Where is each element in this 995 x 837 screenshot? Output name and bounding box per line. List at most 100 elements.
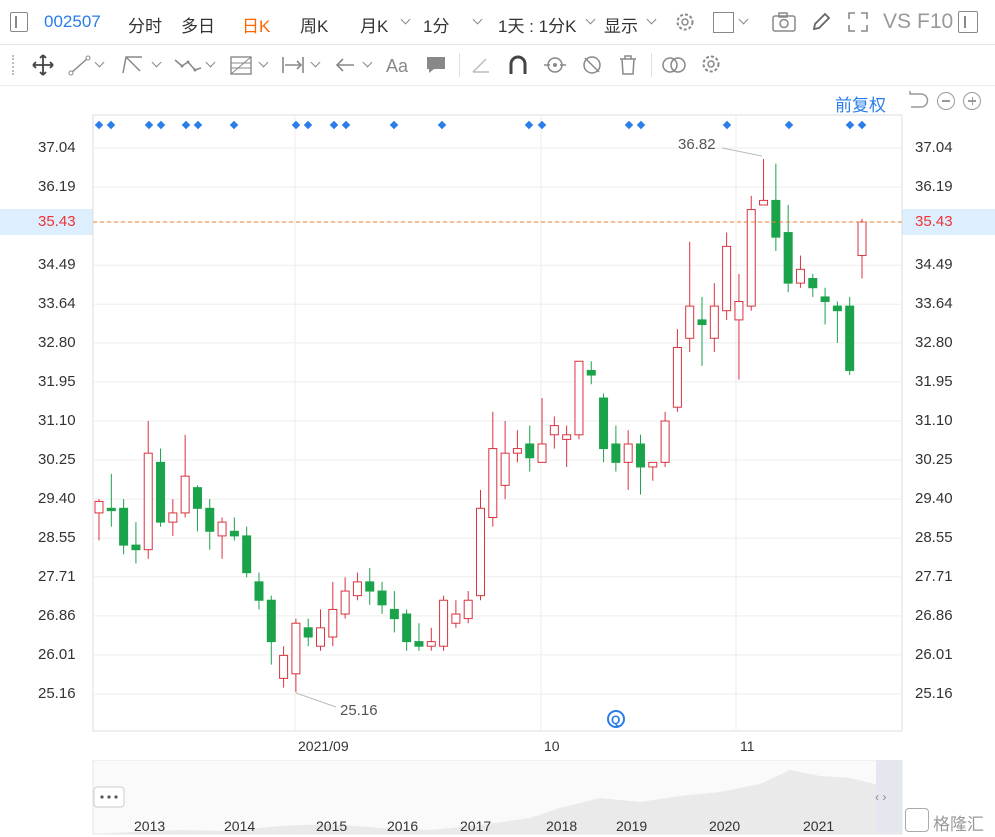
event-marker-icon[interactable] xyxy=(291,120,301,130)
candle xyxy=(697,296,707,366)
low-price-label: 25.16 xyxy=(340,702,378,719)
candle xyxy=(205,499,215,550)
candle xyxy=(537,398,547,463)
overview-year-label: 2015 xyxy=(316,818,347,834)
event-marker-icon[interactable] xyxy=(722,120,732,130)
event-marker-icon[interactable] xyxy=(437,120,447,130)
event-marker-icon[interactable] xyxy=(144,120,154,130)
candle xyxy=(402,609,412,651)
candle xyxy=(451,600,461,628)
candle xyxy=(266,595,276,665)
candle xyxy=(291,618,301,693)
candlestick-chart[interactable]: 36.82 25.16 Q 2021/09 10 11 xyxy=(0,0,995,760)
candle xyxy=(192,485,202,532)
overview-year-labels: 2013 2014 2015 2016 2017 2018 2019 2020 2021 xyxy=(134,818,834,834)
candle xyxy=(340,577,350,619)
event-marker-icon[interactable] xyxy=(389,120,399,130)
candle xyxy=(512,430,522,463)
watermark-logo xyxy=(905,808,929,832)
event-marker-icon[interactable] xyxy=(181,120,191,130)
candle xyxy=(795,255,805,288)
candle xyxy=(832,301,842,343)
candle xyxy=(303,618,313,647)
candle xyxy=(574,360,584,440)
overview-navigator[interactable]: ‹ › 2013 2014 2015 2016 2017 2018 2019 2020 2021 xyxy=(0,760,995,837)
candle xyxy=(168,499,178,536)
watermark-text: 格隆汇 xyxy=(933,815,984,834)
candle xyxy=(143,421,153,559)
event-marker-icon[interactable] xyxy=(636,120,646,130)
candle xyxy=(180,434,190,518)
overview-year-label: 2019 xyxy=(616,818,647,834)
candle xyxy=(599,393,609,463)
event-marker-icon[interactable] xyxy=(341,120,351,130)
candle xyxy=(279,646,289,688)
candle xyxy=(476,489,485,601)
candle xyxy=(328,581,338,647)
candle xyxy=(611,425,621,472)
candle xyxy=(94,499,104,541)
candle xyxy=(648,461,658,481)
candle xyxy=(439,595,449,651)
candle xyxy=(254,572,264,610)
candle xyxy=(242,526,252,578)
candle xyxy=(771,163,781,251)
candle xyxy=(672,329,682,412)
event-marker-icon[interactable] xyxy=(156,120,166,130)
event-marker-icon[interactable] xyxy=(303,120,313,130)
x-label-sep: 2021/09 xyxy=(298,738,349,754)
candle xyxy=(463,591,473,624)
candle xyxy=(722,232,732,320)
candle xyxy=(820,287,830,325)
navigator-arrows[interactable]: ‹ › xyxy=(875,790,886,804)
candle xyxy=(635,434,645,495)
x-label-oct: 10 xyxy=(544,738,560,754)
candle xyxy=(488,411,498,527)
candle xyxy=(365,568,375,605)
event-marker-icon[interactable] xyxy=(329,120,339,130)
event-marker-icon[interactable] xyxy=(537,120,547,130)
candle xyxy=(562,425,572,467)
candle xyxy=(426,627,436,651)
event-marker-icon[interactable] xyxy=(857,120,867,130)
candle xyxy=(783,204,793,293)
event-marker-icon[interactable] xyxy=(229,120,239,130)
event-marker-icon[interactable] xyxy=(193,120,203,130)
high-price-label: 36.82 xyxy=(678,136,716,153)
candle xyxy=(119,499,129,555)
candle xyxy=(759,159,769,206)
candle xyxy=(377,581,387,615)
candle xyxy=(685,241,695,353)
overview-year-label: 2017 xyxy=(460,818,491,834)
candle xyxy=(500,421,510,500)
candle xyxy=(808,273,818,297)
candle xyxy=(586,361,596,385)
event-marker-icon[interactable] xyxy=(845,120,855,130)
overview-year-label: 2013 xyxy=(134,818,165,834)
overview-year-label: 2018 xyxy=(546,818,577,834)
candle xyxy=(414,623,424,651)
candle xyxy=(746,195,756,311)
candle xyxy=(229,517,239,541)
candle xyxy=(389,591,399,633)
x-label-nov: 11 xyxy=(740,738,755,754)
overview-year-label: 2020 xyxy=(709,818,740,834)
candle xyxy=(845,296,855,376)
overview-year-label: 2014 xyxy=(224,818,255,834)
candle xyxy=(709,283,719,353)
candle xyxy=(106,473,116,527)
low-label-leader xyxy=(295,692,337,708)
event-marker-icon[interactable] xyxy=(524,120,534,130)
event-marker-icon[interactable] xyxy=(94,120,104,130)
candle xyxy=(660,411,670,467)
overview-year-label: 2021 xyxy=(803,818,834,834)
candle xyxy=(525,425,535,472)
high-label-leader xyxy=(721,147,763,157)
plot-frame xyxy=(92,114,903,732)
event-marker-icon[interactable] xyxy=(106,120,116,130)
event-marker-icon[interactable] xyxy=(624,120,634,130)
event-marker-icon[interactable] xyxy=(784,120,794,130)
candle xyxy=(623,430,633,490)
candle xyxy=(131,522,141,564)
dots-icon xyxy=(100,795,118,799)
